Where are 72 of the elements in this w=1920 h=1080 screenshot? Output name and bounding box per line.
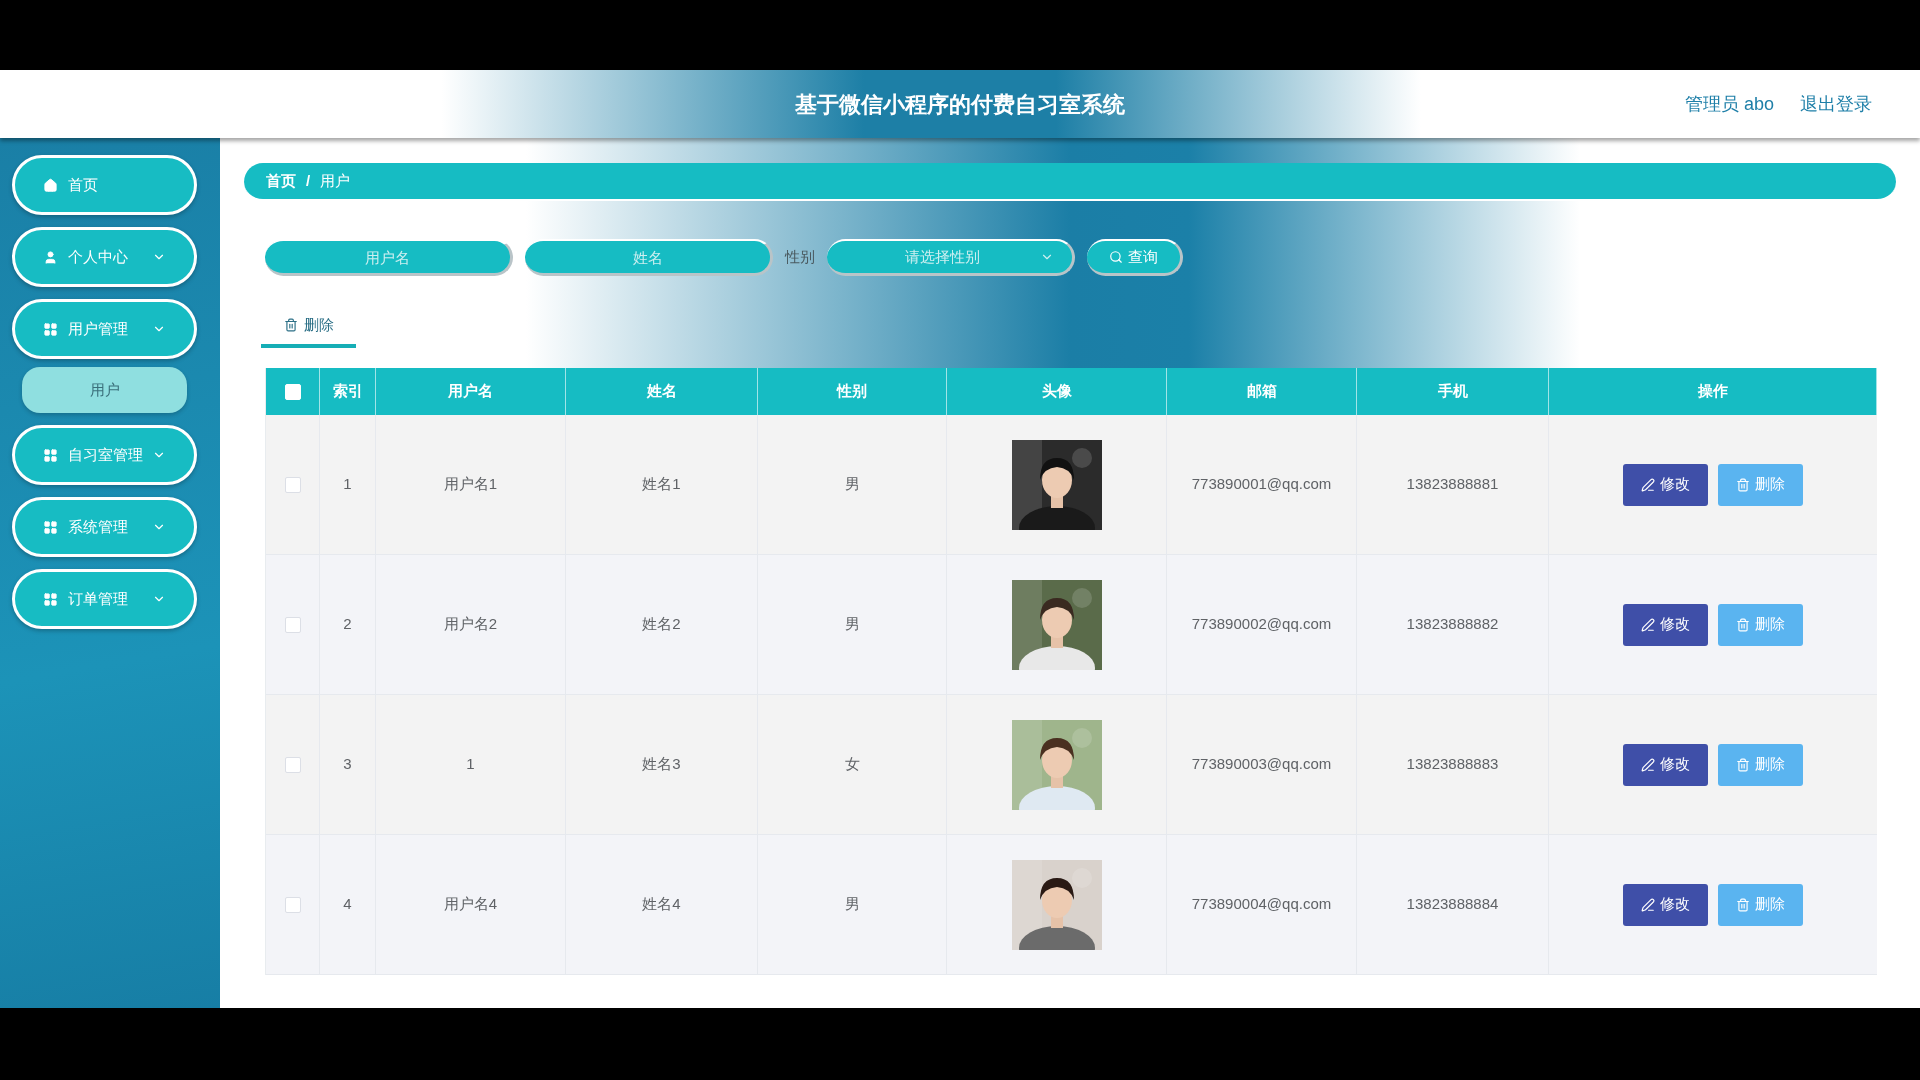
row-checkbox[interactable] — [284, 756, 301, 773]
table-cell-text: 男 — [844, 474, 860, 495]
breadcrumb-separator: / — [306, 170, 311, 191]
sidebar-item[interactable]: 首页 — [12, 155, 197, 215]
table-cell-text: 用户名2 — [443, 614, 498, 635]
trash-icon — [283, 318, 298, 332]
admin-user: 管理员 abo — [1684, 92, 1774, 116]
search-button[interactable]: 查询 — [1087, 239, 1183, 276]
username-field[interactable]: 用户名 — [265, 239, 513, 276]
home-icon — [43, 177, 58, 193]
table-cell-text: 3 — [343, 754, 352, 775]
sidebar-item[interactable]: 自习室管理 — [12, 425, 197, 485]
sidebar-item[interactable]: 系统管理 — [12, 497, 197, 557]
gender-select[interactable]: 请选择性别 — [827, 239, 1075, 276]
table-cell-text: 姓名1 — [642, 474, 681, 495]
trash-icon — [1736, 617, 1750, 632]
table-cell-text: 男 — [844, 894, 860, 915]
grid-icon — [43, 519, 58, 535]
table-cell-text: 1 — [466, 754, 475, 775]
table-cell-text: 姓名2 — [642, 614, 681, 635]
edit-button[interactable]: 修改 — [1623, 883, 1708, 926]
breadcrumb-current: 用户 — [320, 170, 351, 191]
logout-link[interactable]: 退出登录 — [1800, 90, 1872, 118]
sidebar-item[interactable]: 订单管理 — [12, 569, 197, 629]
trash-icon — [1736, 757, 1750, 772]
edit-button[interactable]: 修改 — [1623, 463, 1708, 506]
breadcrumb-link[interactable]: 首页 — [266, 169, 296, 193]
row-checkbox[interactable] — [284, 476, 301, 493]
delete-button[interactable]: 删除 — [1718, 603, 1803, 646]
table-cell-text: 773890004@qq.com — [1191, 894, 1332, 915]
search-icon — [1109, 250, 1123, 264]
grid-icon — [43, 321, 58, 337]
select-all-checkbox[interactable] — [284, 383, 301, 400]
table-cell-text: 773890001@qq.com — [1191, 474, 1332, 495]
sidebar-item[interactable]: 用户管理 — [12, 299, 197, 359]
pencil-icon — [1641, 757, 1655, 772]
edit-button[interactable]: 修改 — [1623, 603, 1708, 646]
trash-icon — [1736, 477, 1750, 492]
pencil-icon — [1641, 897, 1655, 912]
table-cell-text: 女 — [844, 754, 860, 775]
trash-icon — [1736, 897, 1750, 912]
table-cell-text: 姓名4 — [642, 894, 681, 915]
table-cell-text: 用户名4 — [443, 894, 498, 915]
edit-button[interactable]: 修改 — [1623, 743, 1708, 786]
app-title: 基于微信小程序的付费自习室系统 — [795, 90, 1125, 119]
pencil-icon — [1641, 477, 1655, 492]
row-checkbox[interactable] — [284, 616, 301, 633]
pencil-icon — [1641, 617, 1655, 632]
delete-button[interactable]: 删除 — [1718, 743, 1803, 786]
table-cell-text: 男 — [844, 614, 860, 635]
table-cell-text: 2 — [343, 614, 352, 635]
table-cell-text: 1 — [343, 474, 352, 495]
user-icon — [43, 249, 58, 265]
name-field[interactable]: 姓名 — [525, 239, 773, 276]
table-cell-text: 13823888882 — [1406, 614, 1499, 635]
grid-icon — [43, 591, 58, 607]
delete-tab[interactable]: 删除 — [261, 306, 356, 348]
sidebar-item[interactable]: 个人中心 — [12, 227, 197, 287]
table-cell-text: 773890003@qq.com — [1191, 754, 1332, 775]
table-cell-text: 姓名3 — [642, 754, 681, 775]
submenu-item[interactable]: 用户 — [22, 367, 187, 413]
table-cell-text: 13823888884 — [1406, 894, 1499, 915]
delete-button[interactable]: 删除 — [1718, 883, 1803, 926]
table-cell-text: 4 — [343, 894, 352, 915]
table-cell-text: 用户名1 — [443, 474, 498, 495]
table-cell-text: 773890002@qq.com — [1191, 614, 1332, 635]
table-cell-text: 13823888881 — [1406, 474, 1499, 495]
delete-button[interactable]: 删除 — [1718, 463, 1803, 506]
grid-icon — [43, 447, 58, 463]
table-cell-text: 13823888883 — [1406, 754, 1499, 775]
gender-label: 性别 — [785, 247, 815, 268]
row-checkbox[interactable] — [284, 896, 301, 913]
